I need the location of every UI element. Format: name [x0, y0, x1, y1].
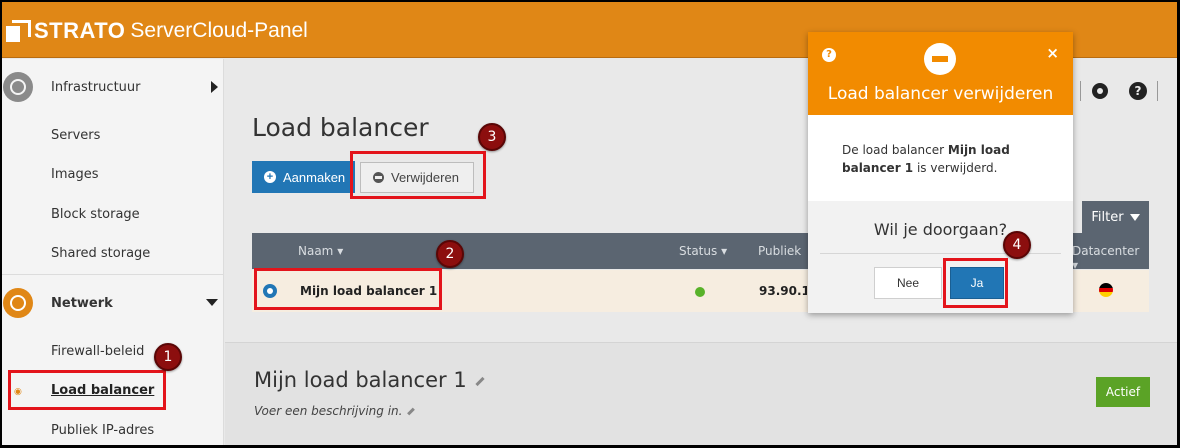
strato-logo-icon	[6, 20, 31, 42]
no-button[interactable]: Nee	[874, 267, 942, 299]
close-icon[interactable]: ×	[1046, 44, 1059, 62]
create-button-label: Aanmaken	[283, 169, 346, 185]
column-header-datacenter[interactable]: Datacenter ▾	[1072, 244, 1149, 272]
dialog-title: Load balancer verwijderen	[827, 84, 1054, 104]
detail-title-text: Mijn load balancer 1	[254, 368, 467, 392]
sidebar-item-servers[interactable]: Servers	[51, 128, 100, 143]
dialog-message: De load balancer Mijn load balancer 1 is…	[842, 143, 1010, 175]
sidebar-item-shared-storage[interactable]: Shared storage	[51, 246, 150, 261]
annotation-number-2: 2	[436, 240, 464, 268]
status-online-icon	[695, 287, 705, 297]
highlight-box-3	[350, 151, 486, 199]
column-header-status[interactable]: Status ▾	[679, 244, 727, 258]
toolbar-separator	[1080, 81, 1081, 101]
minus-circle-icon	[924, 43, 956, 75]
status-badge: Actief	[1096, 377, 1150, 407]
edit-pencil-icon[interactable]	[407, 407, 416, 416]
header-tools: ?	[1080, 81, 1158, 101]
brand-name: STRATO	[34, 18, 126, 43]
sidebar-item-images[interactable]: Images	[51, 167, 99, 182]
network-icon	[3, 288, 33, 318]
highlight-box-2	[254, 268, 442, 310]
toolbar-separator	[1157, 81, 1158, 101]
sidebar-group-label: Netwerk	[51, 295, 113, 311]
dialog-header: ? × Load balancer verwijderen	[808, 32, 1073, 115]
help-icon[interactable]: ?	[822, 48, 836, 62]
filter-button[interactable]: Filter	[1082, 201, 1149, 233]
strato-logo[interactable]: STRATO ServerCloud-Panel	[6, 18, 308, 44]
product-name: ServerCloud-Panel	[130, 19, 308, 42]
sidebar-group-infrastructuur[interactable]: Infrastructuur	[2, 59, 224, 115]
highlight-box-1	[8, 370, 166, 410]
create-button[interactable]: + Aanmaken	[252, 161, 355, 193]
detail-title: Mijn load balancer 1	[254, 368, 485, 392]
plus-icon: +	[264, 171, 276, 183]
highlight-box-4	[943, 258, 1008, 308]
column-header-naam[interactable]: Naam ▾	[298, 244, 343, 258]
sidebar-item-publiek-ip-adres[interactable]: Publiek IP-adres	[51, 423, 154, 438]
edit-pencil-icon[interactable]	[475, 376, 485, 386]
gear-icon[interactable]	[1091, 82, 1109, 100]
description-placeholder: Voer een beschrijving in.	[254, 404, 403, 418]
annotation-number-4: 4	[1003, 231, 1031, 259]
annotation-number-3: 3	[478, 123, 506, 151]
dialog-question: Wil je doorgaan?	[873, 220, 1008, 239]
sidebar-item-block-storage[interactable]: Block storage	[51, 207, 140, 222]
sidebar-group-netwerk[interactable]: Netwerk	[2, 275, 224, 331]
sidebar-group-label: Infrastructuur	[51, 79, 141, 95]
app-frame: STRATO ServerCloud-Panel Infrastructuur …	[2, 2, 1177, 445]
confirm-dialog: ? × Load balancer verwijderen De load ba…	[808, 32, 1073, 313]
germany-flag-icon	[1099, 283, 1113, 297]
funnel-icon	[1129, 213, 1140, 221]
chevron-down-icon	[206, 299, 218, 306]
detail-panel	[225, 342, 1177, 445]
dialog-body: De load balancer Mijn load balancer 1 is…	[808, 115, 1073, 201]
sidebar-item-firewall-beleid[interactable]: Firewall-beleid	[51, 344, 144, 359]
infrastructure-icon	[3, 72, 33, 102]
annotation-number-1: 1	[154, 343, 182, 371]
chevron-right-icon	[211, 81, 218, 93]
help-icon[interactable]: ?	[1129, 82, 1147, 100]
column-header-publiek[interactable]: Publiek	[758, 244, 801, 258]
row-public-ip: 93.90.19	[759, 284, 807, 298]
description-field[interactable]: Voer een beschrijving in.	[254, 404, 416, 418]
page-title: Load balancer	[252, 113, 429, 142]
filter-button-label: Filter	[1091, 209, 1124, 225]
